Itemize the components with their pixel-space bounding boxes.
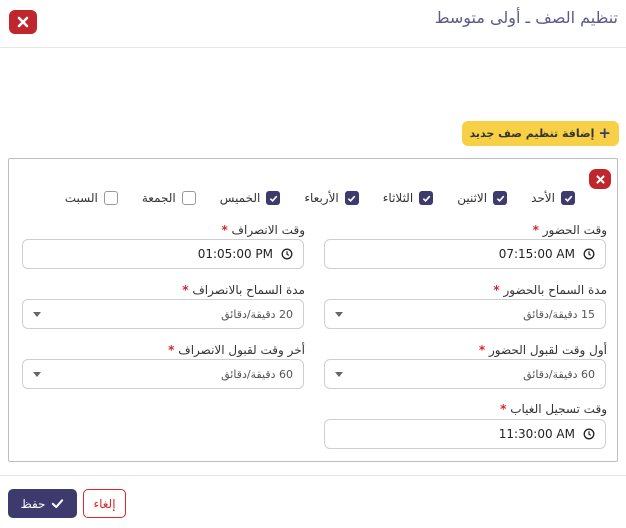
modal-header: تنظيم الصف ـ أولى متوسط bbox=[0, 0, 626, 48]
day-checkbox-saturday[interactable]: السبت bbox=[65, 191, 118, 205]
cancel-button[interactable]: إلغاء bbox=[83, 489, 126, 518]
attendance-time-input[interactable]: 07:15:00 AM bbox=[324, 239, 606, 269]
last-departure-value: 60 دقيقة/دقائق bbox=[221, 367, 293, 381]
save-button[interactable]: حفظ bbox=[8, 489, 77, 518]
departure-time-input[interactable]: 01:05:00 PM bbox=[22, 239, 304, 269]
add-class-schedule-label: إضافة تنظيم صف جديد bbox=[469, 127, 595, 140]
day-label: الخميس bbox=[219, 191, 261, 205]
save-label: حفظ bbox=[20, 496, 46, 511]
day-label: السبت bbox=[64, 191, 98, 205]
departure-grace-value: 20 دقيقة/دقائق bbox=[221, 307, 293, 321]
checkbox-checked[interactable] bbox=[561, 191, 575, 205]
close-icon bbox=[595, 174, 605, 184]
first-attendance-select[interactable]: 60 دقيقة/دقائق bbox=[324, 359, 606, 389]
departure-time-label: وقت الانصراف * bbox=[221, 223, 305, 237]
chevron-down-icon bbox=[335, 371, 343, 377]
day-label: الأربعاء bbox=[304, 191, 339, 205]
day-checkbox-friday[interactable]: الجمعة bbox=[142, 191, 196, 205]
check-icon bbox=[269, 195, 278, 202]
check-icon bbox=[52, 499, 64, 509]
day-label: الجمعة bbox=[141, 191, 176, 205]
day-checkbox-monday[interactable]: الاثنين bbox=[457, 191, 508, 205]
first-attendance-label: أول وقت لقبول الحضور * bbox=[478, 343, 607, 357]
day-checkbox-thursday[interactable]: الخميس bbox=[220, 191, 281, 205]
checkbox-checked[interactable] bbox=[344, 191, 359, 205]
attendance-grace-label: مدة السماح بالحضور * bbox=[493, 283, 607, 297]
close-icon bbox=[17, 16, 29, 28]
day-checkbox-tuesday[interactable]: الثلاثاء bbox=[382, 191, 434, 205]
check-icon bbox=[564, 195, 572, 202]
day-label: الثلاثاء bbox=[382, 191, 414, 205]
attendance-grace-select[interactable]: 15 دقيقة/دقائق bbox=[324, 299, 606, 329]
checkbox-checked[interactable] bbox=[266, 191, 281, 205]
attendance-time-label: وقت الحضور * bbox=[532, 223, 607, 237]
last-departure-label: أخر وقت لقبول الانصراف * bbox=[168, 343, 305, 357]
checkbox-unchecked[interactable] bbox=[181, 191, 196, 205]
checkbox-checked[interactable] bbox=[493, 191, 508, 205]
chevron-down-icon bbox=[33, 371, 41, 377]
modal-title: تنظيم الصف ـ أولى متوسط bbox=[434, 8, 618, 27]
checkbox-checked[interactable] bbox=[419, 191, 434, 205]
add-class-schedule-button[interactable]: + إضافة تنظيم صف جديد bbox=[461, 121, 619, 146]
departure-time-value: 01:05:00 PM bbox=[197, 247, 273, 261]
last-departure-select[interactable]: 60 دقيقة/دقائق bbox=[22, 359, 304, 389]
checkbox-unchecked[interactable] bbox=[103, 191, 118, 205]
day-checkbox-sunday[interactable]: الأحد bbox=[531, 191, 575, 205]
day-checkbox-wednesday[interactable]: الأربعاء bbox=[304, 191, 359, 205]
day-label: الاثنين bbox=[457, 191, 488, 205]
schedule-card: الأحد الاثنين الثلاثاء الأربعاء الخميس ا… bbox=[8, 158, 618, 462]
clock-icon bbox=[281, 248, 293, 260]
check-icon bbox=[348, 195, 356, 202]
plus-icon: + bbox=[598, 124, 611, 142]
absence-time-label: وقت تسجيل الغياب * bbox=[500, 402, 607, 416]
absence-time-value: 11:30:00 AM bbox=[498, 427, 575, 441]
check-icon bbox=[496, 195, 504, 202]
day-label: الأحد bbox=[531, 191, 555, 205]
chevron-down-icon bbox=[335, 311, 343, 317]
departure-grace-select[interactable]: 20 دقيقة/دقائق bbox=[22, 299, 304, 329]
chevron-down-icon bbox=[33, 311, 41, 317]
absence-time-input[interactable]: 11:30:00 AM bbox=[324, 419, 606, 449]
clock-icon bbox=[583, 428, 595, 440]
close-modal-button[interactable] bbox=[9, 10, 37, 34]
check-icon bbox=[422, 195, 431, 202]
attendance-grace-value: 15 دقيقة/دقائق bbox=[523, 307, 595, 321]
departure-grace-label: مدة السماح بالانصراف * bbox=[182, 283, 305, 297]
first-attendance-value: 60 دقيقة/دقائق bbox=[523, 367, 595, 381]
modal-footer-divider bbox=[0, 475, 626, 476]
clock-icon bbox=[583, 248, 595, 260]
weekday-checkboxes: الأحد الاثنين الثلاثاء الأربعاء الخميس ا… bbox=[41, 191, 575, 205]
remove-schedule-button[interactable] bbox=[589, 169, 611, 189]
attendance-time-value: 07:15:00 AM bbox=[498, 247, 575, 261]
